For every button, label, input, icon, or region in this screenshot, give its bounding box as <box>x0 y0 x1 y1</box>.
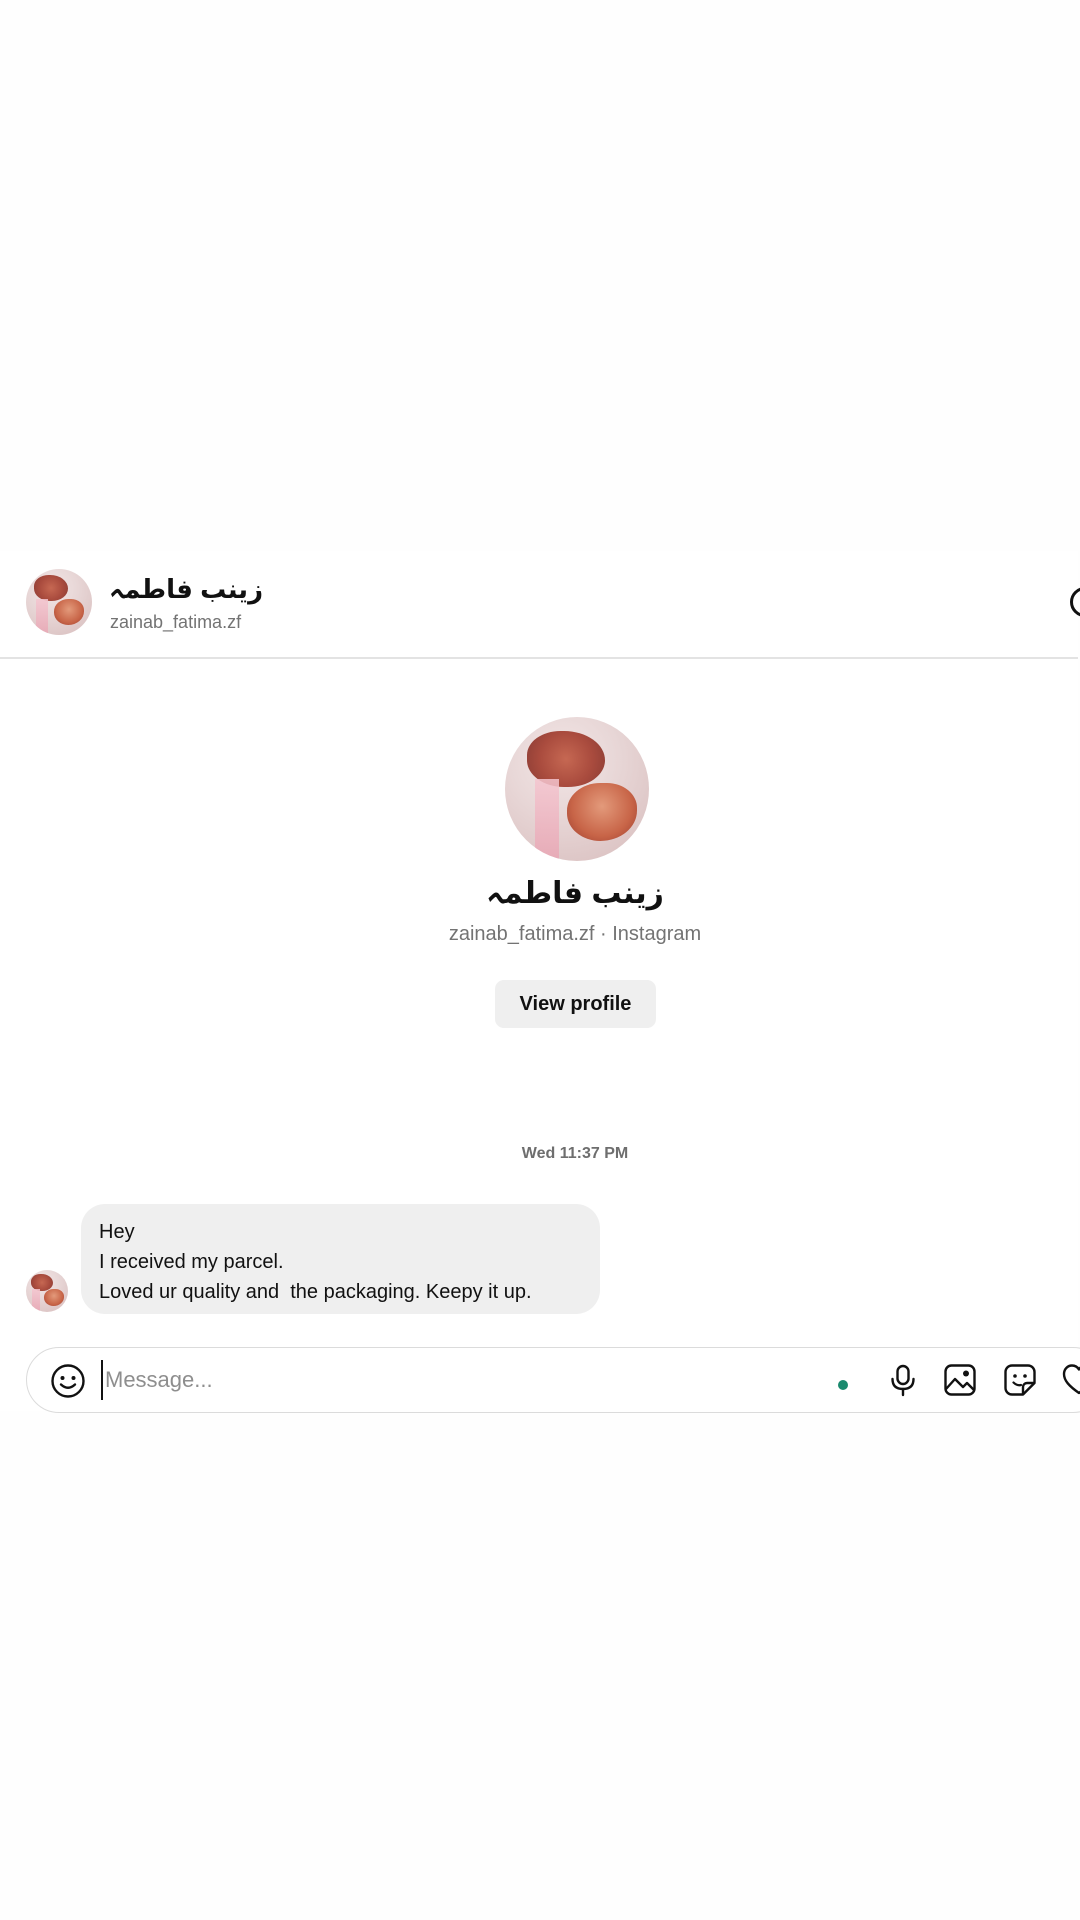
profile-avatar[interactable] <box>505 717 649 861</box>
profile-name: زينب فاطمہ <box>486 877 664 910</box>
microphone-icon[interactable] <box>885 1362 921 1398</box>
avatar[interactable] <box>26 569 92 635</box>
message-bubble[interactable]: Hey I received my parcel. Loved ur quali… <box>81 1204 600 1314</box>
image-icon[interactable] <box>942 1362 978 1398</box>
smiley-icon[interactable] <box>50 1363 86 1399</box>
profile-subtitle: zainab_fatima.zf · Instagram <box>448 923 702 945</box>
chat-panel: زينب فاطمہ zainab_fatima.zf زينب فاطمہ z… <box>0 551 1080 1413</box>
contact-name[interactable]: زينب فاطمہ <box>109 574 263 605</box>
info-icon[interactable] <box>1070 587 1080 617</box>
message-timestamp: Wed 11:37 PM <box>521 1145 629 1162</box>
message-input[interactable] <box>101 1360 805 1400</box>
message-line: Hey <box>99 1221 135 1243</box>
contact-username: zainab_fatima.zf <box>110 612 242 632</box>
chat-header: زينب فاطمہ zainab_fatima.zf <box>0 551 1080 659</box>
view-profile-button[interactable]: View profile <box>495 980 656 1028</box>
message-line: Loved ur quality and the packaging. Keep… <box>99 1281 532 1303</box>
sticker-icon[interactable] <box>1002 1362 1038 1398</box>
message-composer <box>26 1347 1080 1413</box>
message-line: I received my parcel. <box>99 1251 284 1273</box>
heart-icon[interactable] <box>1061 1362 1080 1398</box>
message-avatar[interactable] <box>26 1270 68 1312</box>
status-dot <box>838 1380 848 1390</box>
screen: زينب فاطمہ zainab_fatima.zf زينب فاطمہ z… <box>0 0 1080 1920</box>
